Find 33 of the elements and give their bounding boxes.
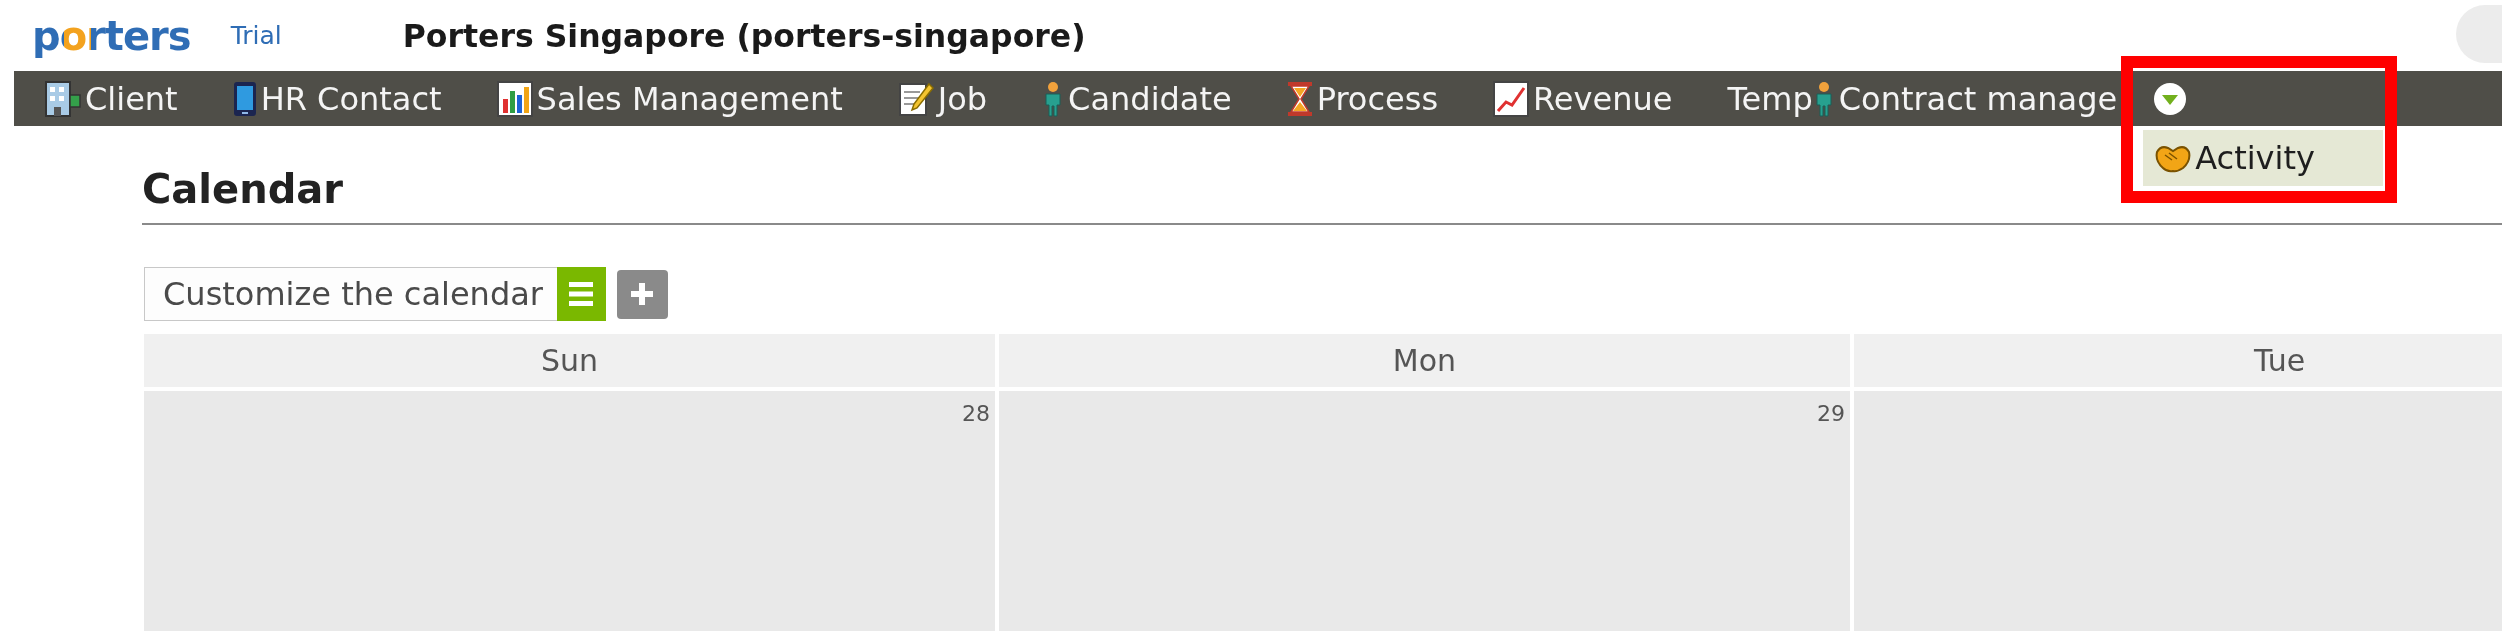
weekday-header: Mon: [999, 334, 1850, 387]
hourglass-icon: [1286, 80, 1313, 117]
list-icon: [569, 281, 594, 307]
building-icon: [45, 80, 81, 117]
nav-link[interactable]: Contract manage: [1812, 79, 2118, 118]
more-menu-button[interactable]: [2153, 81, 2188, 116]
weekday-header: Sun: [144, 334, 995, 387]
add-button[interactable]: [616, 269, 668, 319]
caret-down-icon: [2153, 81, 2188, 116]
plus-icon: [631, 283, 654, 305]
menu-item[interactable]: Activity: [2143, 129, 2384, 186]
plan-label: Trial: [230, 21, 282, 50]
notepad-icon: [897, 80, 934, 117]
date-number: 28: [962, 401, 990, 426]
nav-link[interactable]: HR Contact: [232, 79, 442, 118]
nav-link[interactable]: Client: [45, 79, 178, 118]
nav-link[interactable]: Candidate: [1042, 79, 1232, 118]
list-button[interactable]: [556, 267, 606, 321]
day-cell[interactable]: 28: [144, 391, 995, 631]
nav-link[interactable]: Process: [1286, 79, 1439, 118]
account-title: Porters Singapore (porters-singapore): [402, 17, 1086, 54]
nav-link[interactable]: Revenue: [1493, 79, 1673, 118]
nav-link[interactable]: Temp: [1727, 79, 1813, 118]
line-chart-icon: [1493, 80, 1530, 117]
date-number: 29: [1817, 401, 1845, 426]
phone-icon: [232, 80, 257, 117]
weekday-header: Tue: [1854, 334, 2502, 387]
nav-link[interactable]: Job: [897, 79, 988, 118]
nav-link[interactable]: Sales Management: [496, 79, 843, 118]
calendar-select[interactable]: Customize the calendar: [144, 267, 557, 321]
page-title: Calendar: [142, 166, 344, 212]
day-cell[interactable]: 29: [999, 391, 1850, 631]
bar-chart-icon: [496, 80, 533, 117]
